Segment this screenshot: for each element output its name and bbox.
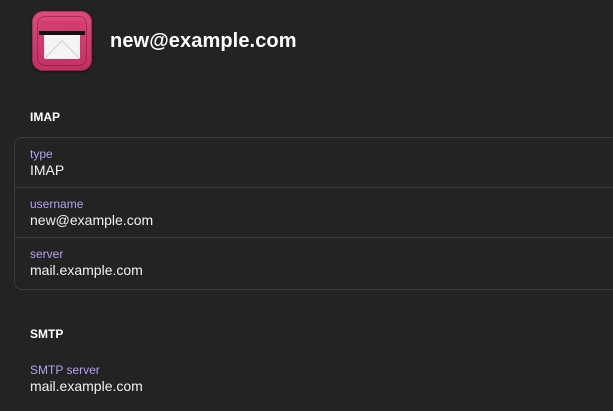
icon-card: [44, 35, 80, 59]
smtp-section-title: SMTP: [30, 327, 64, 341]
account-title: new@example.com: [110, 29, 297, 52]
smtp-server-row[interactable]: SMTP server mail.example.com: [30, 363, 143, 394]
smtp-server-value: mail.example.com: [30, 378, 143, 394]
imap-username-label: username: [30, 197, 84, 211]
imap-username-value: new@example.com: [30, 212, 154, 228]
mail-app-icon: [32, 11, 92, 71]
imap-server-label: server: [30, 247, 64, 261]
imap-settings-group: type IMAP username new@example.com serve…: [14, 137, 613, 290]
image-placeholder-icon: [45, 39, 79, 58]
icon-lid: [39, 21, 85, 31]
imap-server-row[interactable]: server mail.example.com: [15, 238, 613, 289]
account-header: new@example.com: [32, 11, 297, 71]
imap-server-value: mail.example.com: [30, 262, 143, 278]
account-details-page: new@example.com IMAP type IMAP username …: [0, 0, 613, 411]
smtp-server-label: SMTP server: [30, 363, 100, 377]
imap-type-row[interactable]: type IMAP: [15, 138, 613, 188]
imap-username-row[interactable]: username new@example.com: [15, 188, 613, 238]
imap-section-title: IMAP: [30, 110, 60, 124]
imap-type-label: type: [30, 147, 53, 161]
imap-type-value: IMAP: [30, 162, 65, 178]
